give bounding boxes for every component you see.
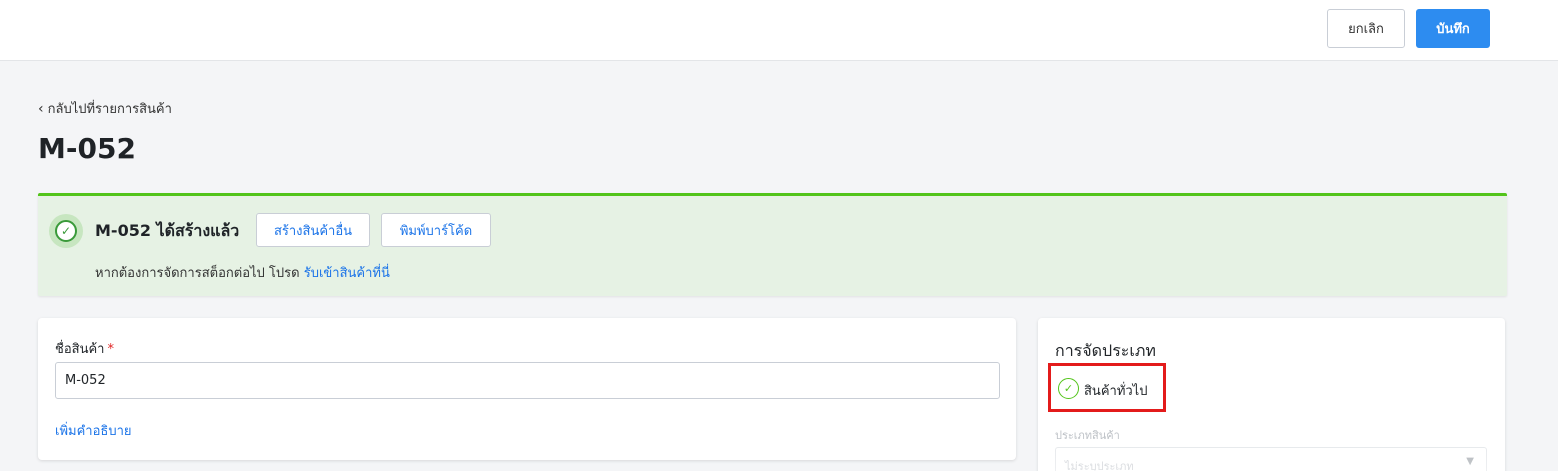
create-another-product-button[interactable]: สร้างสินค้าอื่น	[256, 213, 370, 247]
general-product-option[interactable]: ✓ สินค้าทั่วไป	[1048, 363, 1166, 412]
check-circle-outline-icon: ✓	[1058, 378, 1079, 399]
save-button[interactable]: บันทึก	[1416, 9, 1490, 48]
receive-stock-link[interactable]: รับเข้าสินค้าที่นี่	[304, 266, 390, 281]
back-link-label: กลับไปที่รายการสินค้า	[47, 102, 172, 117]
chevron-left-icon: ‹	[38, 100, 44, 117]
product-name-label-text: ชื่อสินค้า	[55, 342, 105, 357]
product-name-input[interactable]	[55, 362, 1000, 399]
classification-card: การจัดประเภท ✓ สินค้าทั่วไป ประเภทสินค้า…	[1038, 318, 1505, 471]
alert-message: หากต้องการจัดการสต็อกต่อไป โปรด รับเข้าส…	[95, 262, 390, 283]
required-mark: *	[107, 342, 114, 357]
cancel-button[interactable]: ยกเลิก	[1327, 9, 1405, 48]
general-product-label: สินค้าทั่วไป	[1084, 384, 1148, 399]
back-to-products-link[interactable]: ‹ กลับไปที่รายการสินค้า	[38, 98, 172, 119]
alert-message-text: หากต้องการจัดการสต็อกต่อไป โปรด	[95, 266, 300, 281]
product-type-label: ประเภทสินค้า	[1055, 429, 1120, 442]
success-alert: ✓ M-052 ได้สร้างแล้ว สร้างสินค้าอื่น พิม…	[38, 193, 1507, 296]
page-title: M-052	[38, 132, 136, 165]
add-description-link[interactable]: เพิ่มคำอธิบาย	[55, 420, 132, 441]
print-barcode-button[interactable]: พิมพ์บาร์โค้ด	[381, 213, 491, 247]
alert-title: M-052 ได้สร้างแล้ว	[95, 221, 240, 240]
chevron-down-icon: ▼	[1466, 456, 1474, 467]
product-name-label: ชื่อสินค้า *	[55, 338, 114, 359]
check-circle-icon: ✓	[55, 220, 77, 242]
classification-title: การจัดประเภท	[1055, 341, 1156, 360]
top-bar: ยกเลิก บันทึก	[0, 0, 1558, 61]
success-icon-wrap: ✓	[49, 214, 83, 248]
product-type-value: ไม่ระบุประเภท	[1065, 460, 1134, 471]
product-type-select[interactable]: ไม่ระบุประเภท ▼	[1055, 447, 1487, 471]
product-info-card: ชื่อสินค้า* เพิ่มคำอธิบาย	[38, 318, 1016, 460]
